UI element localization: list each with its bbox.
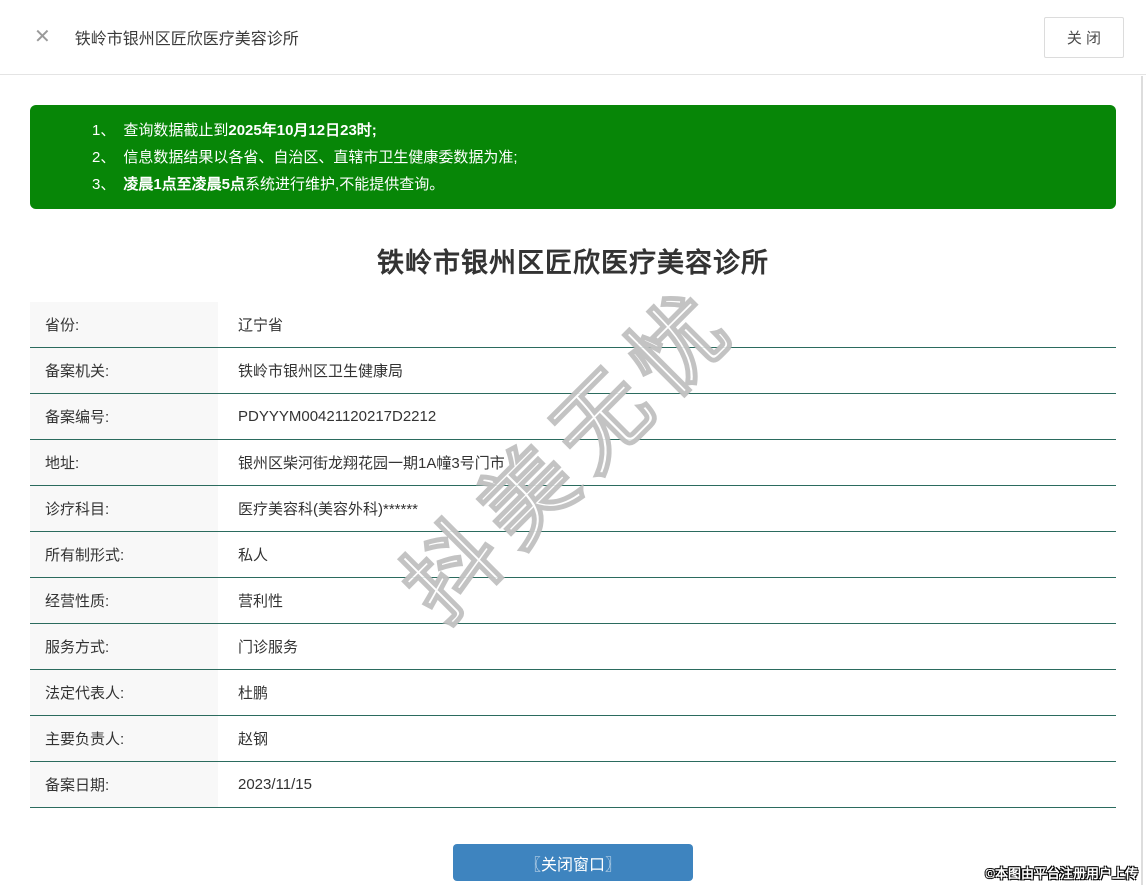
field-label: 备案机关: xyxy=(30,348,218,393)
notice-line-2: 2、 信息数据结果以各省、自治区、直辖市卫生健康委数据为准; xyxy=(92,144,1096,171)
field-label: 主要负责人: xyxy=(30,716,218,761)
record-table: 省份: 辽宁省 备案机关: 铁岭市银州区卫生健康局 备案编号: PDYYYM00… xyxy=(30,302,1116,808)
header-close-button[interactable]: 关 闭 xyxy=(1043,16,1124,58)
table-row: 主要负责人: 赵钢 xyxy=(30,716,1116,762)
notice-line-3-text: 系统进行维护,不能提供查询。 xyxy=(245,176,445,193)
field-label: 诊疗科目: xyxy=(30,486,218,531)
notice-line-1-text: 查询数据截止到 xyxy=(123,122,229,139)
field-label: 地址: xyxy=(30,440,218,485)
header-bar: ✕ 铁岭市银州区匠欣医疗美容诊所 关 闭 xyxy=(0,0,1146,75)
table-row: 法定代表人: 杜鹏 xyxy=(30,670,1116,716)
page-title: 铁岭市银州区匠欣医疗美容诊所 xyxy=(377,248,769,278)
field-value: 辽宁省 xyxy=(218,302,1116,347)
table-row: 备案日期: 2023/11/15 xyxy=(30,762,1116,808)
field-label: 经营性质: xyxy=(30,578,218,623)
field-label: 备案编号: xyxy=(30,394,218,439)
notice-banner: 1、 查询数据截止到2025年10月12日23时; 2、 信息数据结果以各省、自治区… xyxy=(30,105,1116,209)
close-window-button[interactable]: 〖关闭窗口〗 xyxy=(453,844,693,881)
table-row: 经营性质: 营利性 xyxy=(30,578,1116,624)
table-row: 备案机关: 铁岭市银州区卫生健康局 xyxy=(30,348,1116,394)
table-row: 备案编号: PDYYYM00421120217D2212 xyxy=(30,394,1116,440)
notice-line-1-end: ; xyxy=(371,122,377,139)
notice-line-3-bold: 凌晨1点至凌晨5点 xyxy=(123,176,246,193)
copyright-watermark-text: ©本图由平台注册用户上传 xyxy=(985,866,1138,881)
table-row: 所有制形式: 私人 xyxy=(30,532,1116,578)
scrollbar[interactable] xyxy=(1141,76,1143,885)
notice-line-1-bold: 2025年10月12日23时 xyxy=(228,122,372,139)
notice-line-1: 1、 查询数据截止到2025年10月12日23时; xyxy=(92,117,1096,144)
notice-line-2-number: 2、 xyxy=(92,149,116,166)
footer: 〖关闭窗口〗 xyxy=(0,844,1146,881)
field-value: 铁岭市银州区卫生健康局 xyxy=(218,348,1116,393)
field-value: 营利性 xyxy=(218,578,1116,623)
notice-line-1-number: 1、 xyxy=(92,122,116,139)
table-row: 省份: 辽宁省 xyxy=(30,302,1116,348)
notice-line-3: 3、 凌晨1点至凌晨5点系统进行维护,不能提供查询。 xyxy=(92,171,1096,198)
close-x-icon[interactable]: ✕ xyxy=(34,27,51,47)
field-value: 医疗美容科(美容外科)****** xyxy=(218,486,1116,531)
notice-line-2-text: 信息数据结果以各省、自治区、直辖市卫生健康委数据为准; xyxy=(123,149,518,166)
field-label: 所有制形式: xyxy=(30,532,218,577)
field-label: 服务方式: xyxy=(30,624,218,669)
field-value: 2023/11/15 xyxy=(218,762,1116,807)
field-label: 法定代表人: xyxy=(30,670,218,715)
table-row: 地址: 银州区柴河街龙翔花园一期1A幢3号门市 xyxy=(30,440,1116,486)
window-title: 铁岭市银州区匠欣医疗美容诊所 xyxy=(74,31,299,48)
notice-line-3-number: 3、 xyxy=(92,176,116,193)
field-value: 私人 xyxy=(218,532,1116,577)
field-value: PDYYYM00421120217D2212 xyxy=(218,394,1116,439)
field-value: 门诊服务 xyxy=(218,624,1116,669)
field-label: 省份: xyxy=(30,302,218,347)
field-label: 备案日期: xyxy=(30,762,218,807)
table-row: 诊疗科目: 医疗美容科(美容外科)****** xyxy=(30,486,1116,532)
field-value: 银州区柴河街龙翔花园一期1A幢3号门市 xyxy=(218,440,1116,485)
table-row: 服务方式: 门诊服务 xyxy=(30,624,1116,670)
field-value: 杜鹏 xyxy=(218,670,1116,715)
field-value: 赵钢 xyxy=(218,716,1116,761)
